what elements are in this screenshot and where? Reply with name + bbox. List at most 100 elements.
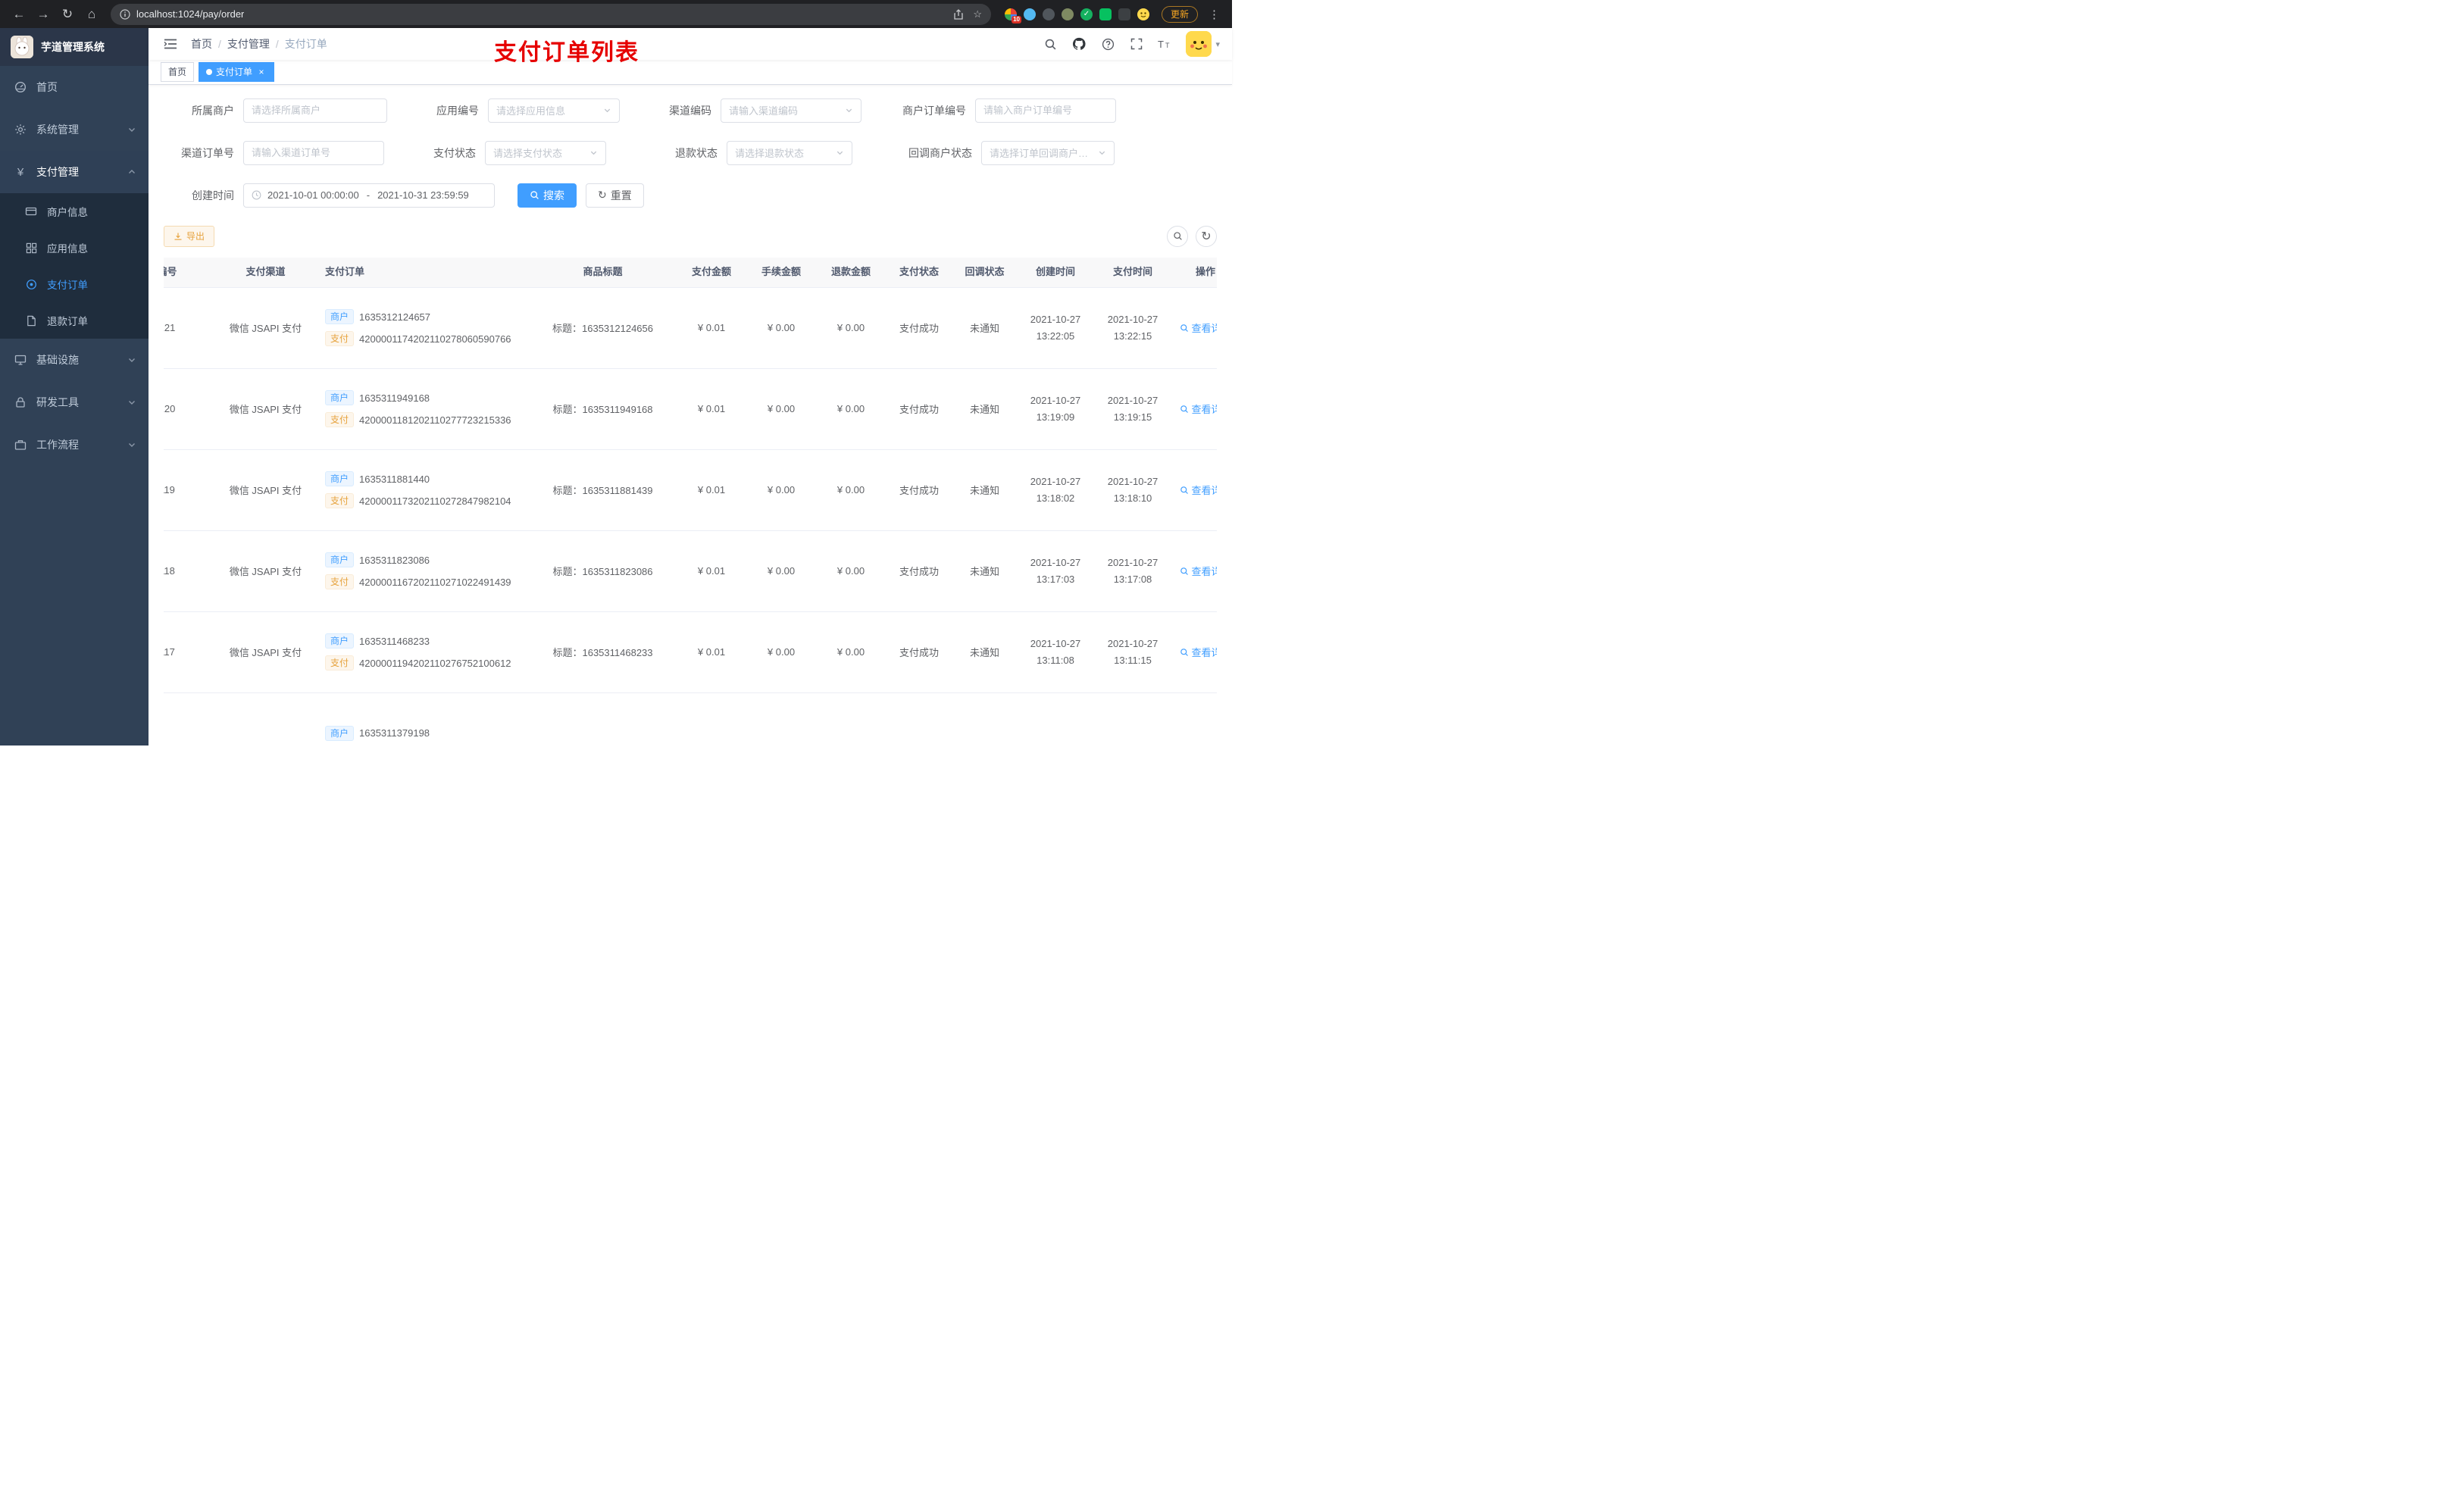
merchant-order-no-input[interactable]	[975, 98, 1116, 123]
order-id: 121	[164, 322, 176, 334]
tab-home[interactable]: 首页	[161, 61, 195, 82]
view-detail-link[interactable]: 查看详情	[1180, 402, 1217, 416]
extension-chat-icon[interactable]	[1099, 8, 1112, 20]
svg-text:T: T	[1165, 42, 1170, 49]
caret-down-icon: ▾	[1215, 39, 1220, 49]
pay-badge: 支付	[325, 331, 355, 347]
site-info-icon[interactable]	[120, 8, 130, 20]
table-refresh-button[interactable]: ↻	[1196, 225, 1217, 247]
top-navbar: 首页 / 支付管理 / 支付订单 TT ▾	[149, 28, 1232, 61]
sidebar-item-merchant-info[interactable]: 商户信息	[0, 193, 149, 230]
reset-button[interactable]: ↻ 重置	[586, 183, 644, 208]
channel-order-no-input[interactable]	[243, 140, 384, 165]
view-detail-link[interactable]: 查看详情	[1180, 320, 1217, 335]
help-icon[interactable]	[1099, 36, 1116, 52]
sidebar-item-dev-tools[interactable]: 研发工具	[0, 381, 149, 424]
search-button[interactable]: 搜索	[518, 183, 577, 208]
refresh-icon: ↻	[598, 189, 607, 202]
sidebar-item-system[interactable]: 系统管理	[0, 108, 149, 151]
merchant-order-no-filter-label: 商户订单编号	[902, 104, 966, 117]
logo-row[interactable]: 芋道管理系统	[0, 28, 149, 66]
sidebar-item-app-info[interactable]: 应用信息	[0, 230, 149, 266]
font-size-icon[interactable]: TT	[1157, 36, 1174, 52]
breadcrumb-home[interactable]: 首页	[191, 36, 212, 52]
chevron-down-icon	[589, 148, 598, 157]
notify-status-select[interactable]: 请选择订单回调商户状态	[981, 140, 1115, 165]
app-select[interactable]: 请选择应用信息	[488, 98, 620, 123]
merchant-input[interactable]	[243, 98, 387, 123]
sidebar-item-refund-order[interactable]: 退款订单	[0, 302, 149, 339]
pay-status-select[interactable]: 请选择支付状态	[485, 140, 606, 165]
card-icon	[23, 205, 39, 217]
fee-amount: ¥ 0.00	[767, 565, 796, 577]
user-menu[interactable]: ▾	[1186, 31, 1220, 58]
sidebar-item-home[interactable]: 首页	[0, 66, 149, 108]
home-icon[interactable]: ⌂	[80, 3, 103, 26]
pay-order-no: 4200001174202110278060590766	[359, 333, 511, 345]
search-icon[interactable]	[1042, 36, 1058, 52]
breadcrumb-parent[interactable]: 支付管理	[227, 36, 270, 52]
bookmark-star-icon[interactable]: ☆	[973, 8, 982, 20]
view-detail-link[interactable]: 查看详情	[1180, 483, 1217, 497]
refund-status-select[interactable]: 请选择退款状态	[727, 140, 852, 165]
extension-dark-icon[interactable]	[1042, 8, 1055, 20]
lock-icon	[12, 396, 29, 408]
close-icon[interactable]: ×	[256, 67, 267, 77]
merchant-order-no: 1635311823086	[359, 554, 430, 566]
hamburger-icon[interactable]	[161, 34, 180, 54]
extension-colorful-icon[interactable]: 10	[1004, 8, 1021, 23]
channel-code-select[interactable]: 请输入渠道编码	[721, 98, 861, 123]
document-icon	[23, 315, 39, 327]
sidebar-item-workflow[interactable]: 工作流程	[0, 424, 149, 466]
svg-text:T: T	[1158, 39, 1164, 50]
view-detail-link[interactable]: 查看详情	[1180, 564, 1217, 578]
logo-avatar	[11, 36, 33, 58]
back-icon[interactable]: ←	[8, 3, 30, 26]
extension-check-icon[interactable]: ✓	[1080, 8, 1093, 20]
product-title: 标题：1635311468233	[552, 647, 653, 659]
app-title: 芋道管理系统	[41, 41, 105, 53]
sidebar-item-pay-order[interactable]: 支付订单	[0, 266, 149, 302]
sidebar-item-payment[interactable]: ¥ 支付管理	[0, 151, 149, 193]
app-filter-label: 应用编号	[436, 104, 479, 117]
table-row: 117 微信 JSAPI 支付 商户 1635311468233 支付 420000…	[164, 612, 1217, 693]
forward-icon[interactable]: →	[32, 3, 55, 26]
pay-channel: 微信 JSAPI 支付	[229, 323, 302, 335]
sidebar-item-label: 系统管理	[36, 123, 79, 136]
sidebar-item-infrastructure[interactable]: 基础设施	[0, 339, 149, 381]
pay-badge: 支付	[325, 412, 355, 428]
notify-status-filter-label: 回调商户状态	[908, 146, 972, 159]
sidebar-item-label: 研发工具	[36, 396, 79, 408]
view-detail-link[interactable]: 查看详情	[1180, 645, 1217, 659]
chevron-down-icon	[127, 440, 136, 449]
pay-status: 支付成功	[899, 323, 939, 335]
chevron-down-icon	[845, 106, 853, 114]
pay-channel: 微信 JSAPI 支付	[229, 647, 302, 659]
pay-channel: 微信 JSAPI 支付	[229, 566, 302, 578]
create-time-range-picker[interactable]: 2021-10-01 00:00:00 - 2021-10-31 23:59:5…	[243, 183, 495, 208]
avatar	[1186, 31, 1212, 58]
extension-puzzle-icon[interactable]	[1118, 8, 1130, 20]
merchant-filter-label: 所属商户	[192, 104, 234, 117]
share-icon[interactable]	[953, 8, 964, 20]
pay-status: 支付成功	[899, 647, 939, 659]
product-title: 标题：1635311823086	[552, 566, 653, 578]
url-bar[interactable]: localhost:1024/pay/order ☆	[111, 3, 991, 25]
refund-amount: ¥ 0.00	[836, 403, 865, 415]
fee-amount: ¥ 0.00	[767, 322, 796, 334]
table-search-button[interactable]	[1167, 225, 1188, 247]
reload-icon[interactable]: ↻	[56, 3, 79, 26]
tab-pay-order[interactable]: 支付订单 ×	[199, 61, 275, 82]
kebab-menu-icon[interactable]: ⋮	[1204, 8, 1224, 21]
breadcrumb: 首页 / 支付管理 / 支付订单	[191, 36, 327, 52]
update-button[interactable]: 更新	[1161, 5, 1198, 23]
product-title: 标题：1635311949168	[552, 404, 653, 416]
export-button[interactable]: 导出	[164, 225, 215, 247]
extension-face-icon[interactable]	[1137, 8, 1149, 20]
extension-drop-icon[interactable]	[1023, 8, 1036, 20]
refund-amount: ¥ 0.00	[836, 322, 865, 334]
github-icon[interactable]	[1071, 36, 1087, 52]
fullscreen-icon[interactable]	[1128, 36, 1145, 52]
pay-status: 支付成功	[899, 485, 939, 497]
extension-olive-icon[interactable]	[1061, 8, 1074, 20]
